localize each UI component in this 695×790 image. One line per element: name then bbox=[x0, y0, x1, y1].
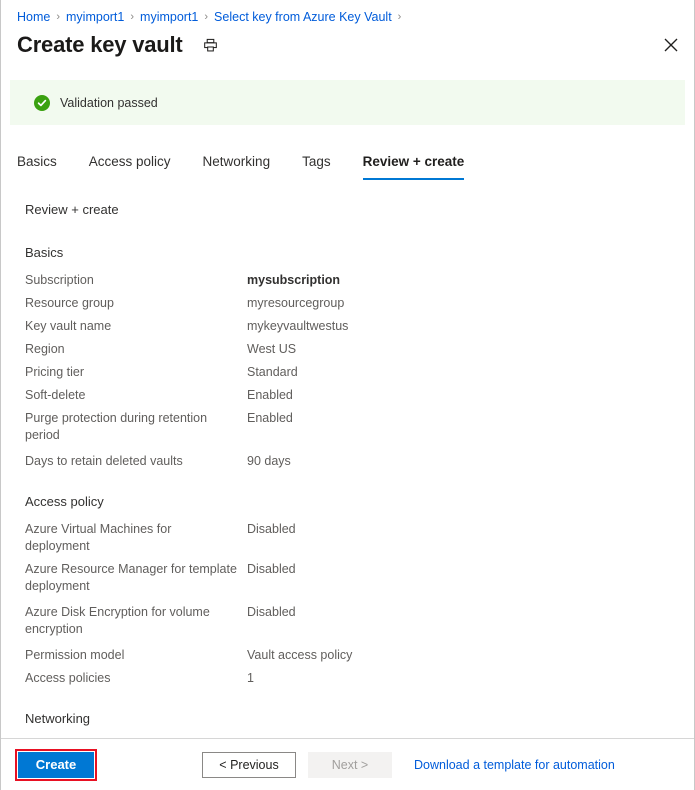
validation-banner-text: Validation passed bbox=[60, 95, 158, 110]
summary-row-value: Vault access policy bbox=[247, 648, 353, 662]
download-template-link[interactable]: Download a template for automation bbox=[414, 758, 615, 772]
summary-row-label: Access policies bbox=[25, 671, 111, 685]
summary-row: Key vault name mykeyvaultwestus bbox=[25, 318, 670, 335]
summary-row-value: Enabled bbox=[247, 411, 293, 425]
summary-row: Resource group myresourcegroup bbox=[25, 295, 670, 312]
footer-action-bar: Create < Previous Next > Download a temp… bbox=[1, 738, 694, 790]
summary-row-value: Enabled bbox=[247, 388, 293, 402]
breadcrumb-item-3[interactable]: myimport1 bbox=[140, 10, 198, 24]
create-key-vault-blade: Home › myimport1 › myimport1 › Select key from… bbox=[0, 0, 695, 790]
summary-row-label: Subscription bbox=[25, 273, 94, 287]
summary-row: Days to retain deleted vaults 90 days bbox=[25, 453, 670, 470]
summary-row: Soft-delete Enabled bbox=[25, 387, 670, 404]
create-button-highlight: Create bbox=[15, 748, 97, 781]
check-circle-icon bbox=[34, 94, 50, 111]
breadcrumb-separator-icon: › bbox=[397, 10, 402, 23]
breadcrumb-separator-icon: › bbox=[56, 10, 61, 23]
tab-basics[interactable]: Basics bbox=[17, 154, 57, 180]
summary-row-value: mysubscription bbox=[247, 273, 341, 287]
create-button[interactable]: Create bbox=[18, 751, 94, 778]
summary-row-label: Region bbox=[25, 342, 65, 356]
summary-row: Azure Virtual Machines for deployment Dis… bbox=[25, 521, 670, 555]
summary-row-label: Azure Disk Encryption for volume encrypt… bbox=[25, 605, 210, 636]
tab-networking[interactable]: Networking bbox=[203, 154, 271, 180]
summary-row: Access policies 1 bbox=[25, 670, 670, 687]
review-create-heading: Review + create bbox=[25, 202, 119, 217]
validation-banner: Validation passed bbox=[10, 80, 685, 125]
tab-review-create[interactable]: Review + create bbox=[362, 154, 465, 180]
breadcrumb-item-4[interactable]: Select key from Azure Key Vault bbox=[214, 10, 392, 24]
breadcrumb-item-1[interactable]: Home bbox=[17, 10, 50, 24]
page-title: Create key vault bbox=[17, 32, 183, 57]
summary-row-value: 1 bbox=[247, 671, 254, 685]
section-rows: Azure Virtual Machines for deployment Dis… bbox=[25, 521, 670, 687]
summary-row: Purge protection during retention period… bbox=[25, 410, 670, 444]
summary-row-value: West US bbox=[247, 342, 297, 356]
tab-tags[interactable]: Tags bbox=[302, 154, 331, 180]
summary-row-label: Resource group bbox=[25, 296, 114, 310]
summary-row: Permission model Vault access policy bbox=[25, 647, 670, 664]
summary-row-value: Standard bbox=[247, 365, 298, 379]
close-icon[interactable] bbox=[656, 30, 686, 60]
summary-row-value: Disabled bbox=[247, 522, 296, 536]
summary-row: Subscription mysubscription bbox=[25, 272, 670, 289]
tab-access-policy[interactable]: Access policy bbox=[89, 154, 171, 180]
summary-row-label: Soft-delete bbox=[25, 388, 86, 402]
breadcrumb: Home › myimport1 › myimport1 › Select key from… bbox=[17, 7, 407, 27]
review-content: Review + create Basics Subscription mysubs… bbox=[25, 202, 670, 779]
section-access-policy: Access policy Azure Virtual Machines for … bbox=[25, 494, 670, 687]
breadcrumb-separator-icon: › bbox=[204, 10, 209, 23]
summary-row: Region West US bbox=[25, 341, 670, 358]
summary-row-label: Azure Resource Manager for template depl… bbox=[25, 562, 237, 593]
summary-row-label: Days to retain deleted vaults bbox=[25, 454, 183, 468]
wizard-nav-group: < Previous Next > bbox=[202, 751, 392, 778]
summary-row-label: Permission model bbox=[25, 648, 125, 662]
summary-row-value: Disabled bbox=[247, 605, 296, 619]
review-sections: Basics Subscription mysubscription Resource… bbox=[25, 245, 670, 755]
section-title: Basics bbox=[25, 245, 64, 260]
section-title: Networking bbox=[25, 711, 91, 726]
title-row: Create key vault bbox=[17, 28, 678, 62]
summary-row-label: Pricing tier bbox=[25, 365, 85, 379]
summary-row-label: Purge protection during retention period bbox=[25, 411, 208, 442]
summary-row-value: myresourcegroup bbox=[247, 296, 345, 310]
breadcrumb-item-2[interactable]: myimport1 bbox=[66, 10, 124, 24]
section-rows: Subscription mysubscription Resource group… bbox=[25, 272, 670, 470]
summary-row-value: mykeyvaultwestus bbox=[247, 319, 349, 333]
summary-row: Azure Disk Encryption for volume encrypt… bbox=[25, 604, 670, 638]
next-button: Next > bbox=[308, 751, 392, 778]
wizard-tabs: Basics Access policy Networking Tags Review … bbox=[17, 148, 465, 180]
summary-row-value: Disabled bbox=[247, 562, 296, 576]
summary-row: Azure Resource Manager for template depl… bbox=[25, 561, 670, 595]
summary-row-label: Azure Virtual Machines for deployment bbox=[25, 522, 172, 553]
summary-row: Pricing tier Standard bbox=[25, 364, 670, 381]
breadcrumb-separator-icon: › bbox=[130, 10, 135, 23]
printer-icon[interactable] bbox=[201, 35, 221, 55]
section-title: Access policy bbox=[25, 494, 104, 509]
summary-row-label: Key vault name bbox=[25, 319, 112, 333]
summary-row-value: 90 days bbox=[247, 454, 291, 468]
section-basics: Basics Subscription mysubscription Resource… bbox=[25, 245, 670, 470]
previous-button[interactable]: < Previous bbox=[202, 751, 296, 778]
